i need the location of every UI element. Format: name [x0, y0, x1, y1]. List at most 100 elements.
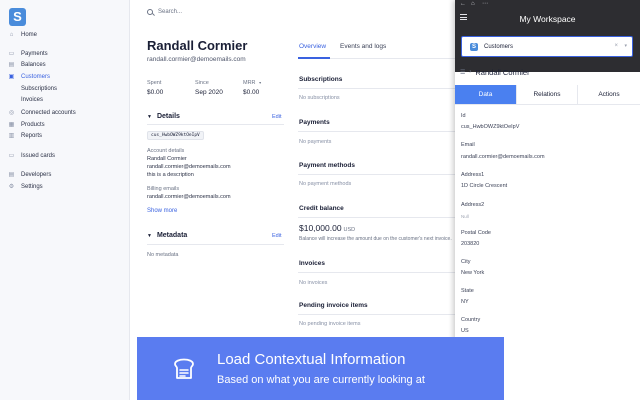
- field-label-address1: Address1: [461, 172, 485, 178]
- sidebar-item-label: Settings: [21, 184, 43, 190]
- sidebar-item-customers[interactable]: ▣ Customers: [8, 72, 50, 82]
- payments-icon: ▭: [8, 50, 15, 57]
- sidebar-item-products[interactable]: ▦ Products: [8, 120, 45, 130]
- chevron-right-icon: ›: [469, 69, 472, 75]
- account-description: this is a description: [147, 172, 194, 178]
- divider: [298, 314, 455, 315]
- sidebar-item-connected-accounts[interactable]: ◎ Connected accounts: [8, 108, 76, 118]
- page-title: Randall Cormier: [147, 38, 248, 53]
- divider: [298, 131, 455, 132]
- pending-invoice-items-title: Pending invoice items: [299, 302, 368, 309]
- divider: [298, 272, 455, 273]
- search-bar[interactable]: Search...: [147, 6, 182, 18]
- stat-since-label: Since: [195, 80, 209, 86]
- products-icon: ▦: [8, 121, 15, 128]
- settings-icon: ⚙: [8, 183, 15, 190]
- divider: [147, 244, 284, 245]
- account-name: Randall Cormier: [147, 156, 187, 162]
- credit-balance-title: Credit balance: [299, 205, 344, 212]
- field-label-id: Id: [461, 113, 466, 119]
- search-icon: [147, 9, 153, 15]
- field-label-email: Email: [461, 142, 475, 148]
- home-icon: ⌂: [9, 31, 14, 38]
- billing-emails-label: Billing emails: [147, 186, 180, 192]
- pending-invoice-items-empty: No pending invoice items: [299, 321, 361, 327]
- banner-title: Load Contextual Information: [217, 351, 406, 368]
- tab-actions[interactable]: Actions: [577, 85, 640, 105]
- sidebar-item-label: Balances: [21, 62, 46, 68]
- caret-down-icon: ▼: [147, 232, 152, 239]
- invoices-title: Invoices: [299, 260, 326, 267]
- stat-spent-label: Spent: [147, 80, 162, 86]
- sidebar-item-label: Home: [21, 32, 38, 38]
- reports-icon: ▥: [8, 132, 15, 139]
- stat-mrr-label[interactable]: MRR ▾: [243, 80, 261, 86]
- sidebar-item-label: Payments: [21, 51, 48, 57]
- customer-id-chip[interactable]: cus_HwbOWZ9ktOeIpV: [147, 131, 204, 140]
- sidebar-item-reports[interactable]: ▥ Reports: [8, 131, 42, 141]
- subscriptions-empty: No subscriptions: [299, 95, 340, 101]
- chevron-down-icon[interactable]: ▾: [624, 43, 627, 49]
- customer-email: randall.cormier@demoemails.com: [147, 56, 246, 63]
- metadata-title: Metadata: [156, 232, 188, 239]
- tab-overview[interactable]: Overview: [299, 43, 326, 50]
- tab-events-and-logs[interactable]: Events and logs: [340, 43, 386, 50]
- divider: [298, 217, 455, 218]
- sidebar-item-label: Issued cards: [21, 153, 56, 159]
- credit-balance-currency: USD: [343, 227, 356, 233]
- credit-balance-note: Balance will increase the amount due on …: [299, 236, 452, 242]
- sidebar-item-label: Customers: [21, 74, 51, 80]
- field-label-country: Country: [461, 317, 481, 323]
- feature-banner: Load Contextual Information Based on wha…: [137, 337, 504, 400]
- subscriptions-title: Subscriptions: [299, 76, 343, 83]
- stripe-logo[interactable]: S: [9, 8, 26, 26]
- caret-down-icon: ▼: [147, 113, 152, 120]
- tab-data[interactable]: Data: [455, 85, 516, 105]
- workspace-title: My Workspace: [519, 14, 576, 24]
- sidebar-item-settings[interactable]: ⚙ Settings: [8, 182, 43, 192]
- list-icon[interactable]: ☰: [460, 69, 465, 76]
- account-email: randall.cormier@demoemails.com: [147, 164, 231, 170]
- tab-active-indicator: [298, 57, 330, 59]
- sidebar-item-home[interactable]: ⌂ Home: [8, 30, 37, 40]
- divider: [147, 124, 284, 125]
- object-type-select[interactable]: S Customers × ▾: [461, 36, 633, 57]
- sidebar-item-balances[interactable]: ▤ Balances: [8, 60, 46, 70]
- sidebar-item-invoices[interactable]: Invoices: [21, 95, 43, 105]
- details-title: Details: [156, 113, 180, 120]
- sidebar-item-developers[interactable]: ▤ Developers: [8, 170, 52, 180]
- payments-empty: No payments: [299, 139, 332, 145]
- sidebar: S ⌂ Home ▭ Payments ▤ Balances ▣ Custome…: [0, 0, 130, 400]
- customers-icon: ▣: [8, 73, 15, 80]
- stat-spent-value: $0.00: [147, 89, 164, 96]
- sidebar-item-payments[interactable]: ▭ Payments: [8, 49, 48, 59]
- field-value-city: New York: [461, 270, 485, 276]
- show-more-link[interactable]: Show more: [147, 208, 177, 214]
- sidebar-item-issued-cards[interactable]: ▭ Issued cards: [8, 151, 55, 161]
- sidebar-item-subscriptions[interactable]: Subscriptions: [21, 84, 57, 94]
- clear-icon[interactable]: ×: [614, 43, 618, 49]
- tab-divider: [455, 104, 640, 105]
- workspace-header: ← ⌂ ⋯ My Workspace S Customers × ▾: [455, 0, 640, 72]
- field-value-country: US: [461, 328, 469, 334]
- details-edit-link[interactable]: Edit: [272, 114, 281, 120]
- more-icon[interactable]: ⋯: [482, 1, 488, 7]
- home-icon[interactable]: ⌂: [471, 1, 476, 7]
- divider: [298, 88, 455, 89]
- field-label-postal-code: Postal Code: [461, 230, 491, 236]
- details-section-toggle[interactable]: ▼ Details: [147, 113, 180, 120]
- back-arrow-icon[interactable]: ←: [460, 1, 466, 7]
- breadcrumb: ☰ › Randall Cormier: [460, 66, 530, 78]
- sidebar-item-label: Connected accounts: [21, 110, 76, 116]
- workspace-header-icons: ← ⌂ ⋯: [460, 1, 488, 7]
- search-input[interactable]: Search...: [158, 9, 182, 15]
- metadata-section-toggle[interactable]: ▼ Metadata: [147, 232, 187, 239]
- credit-balance-value: $10,000.00: [299, 223, 342, 233]
- field-value-postal-code: 203820: [461, 241, 480, 247]
- invoices-empty: No invoices: [299, 280, 328, 286]
- metadata-edit-link[interactable]: Edit: [272, 233, 281, 239]
- stat-mrr-text: MRR: [243, 80, 256, 86]
- tab-relations[interactable]: Relations: [516, 85, 577, 105]
- payment-methods-empty: No payment methods: [299, 181, 352, 187]
- billing-email: randall.cormier@demoemails.com: [147, 194, 231, 200]
